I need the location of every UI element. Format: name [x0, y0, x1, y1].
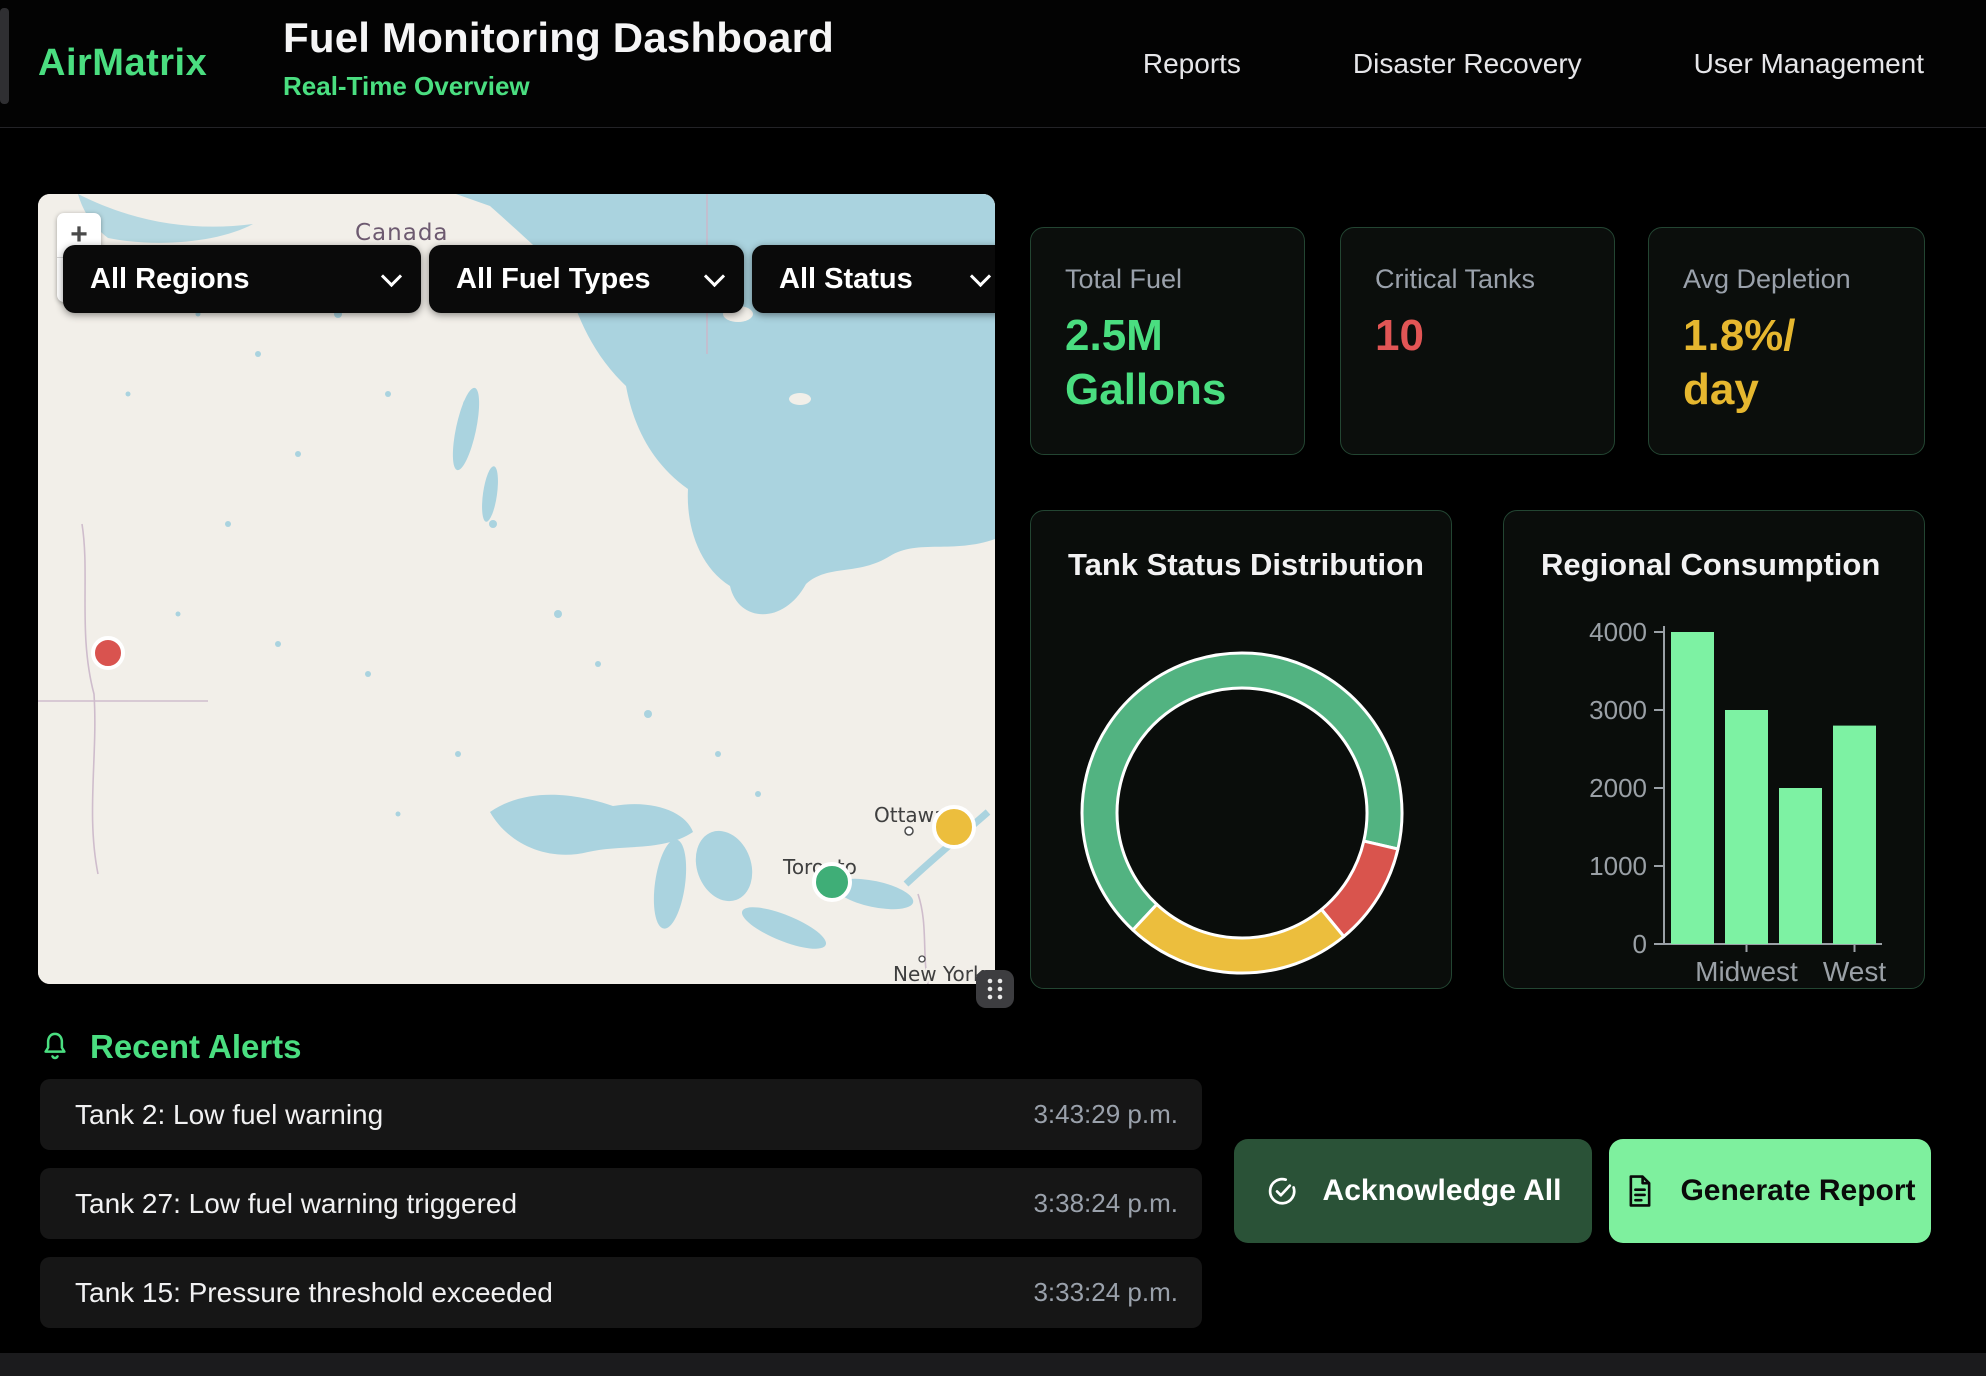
- bell-icon: [40, 1030, 70, 1064]
- nav-user-management[interactable]: User Management: [1694, 48, 1924, 80]
- alerts-header: Recent Alerts: [40, 1028, 302, 1066]
- title-block: Fuel Monitoring Dashboard Real-Time Over…: [283, 14, 834, 102]
- map-label-canada: Canada: [355, 220, 449, 246]
- bar: [1833, 726, 1876, 944]
- alerts-title: Recent Alerts: [90, 1028, 302, 1066]
- svg-text:Midwest: Midwest: [1695, 956, 1798, 987]
- check-circle-icon: [1265, 1174, 1299, 1208]
- fuel-type-filter-value: All Fuel Types: [456, 263, 650, 296]
- grip-dots-icon: [976, 970, 1014, 1008]
- stat-label: Critical Tanks: [1375, 264, 1584, 295]
- fuel-monitoring-dashboard: AirMatrix Fuel Monitoring Dashboard Real…: [0, 0, 1986, 1376]
- chart-title: Regional Consumption: [1541, 547, 1880, 583]
- stat-value: 10: [1375, 309, 1584, 363]
- bar: [1725, 710, 1768, 944]
- alert-time: 3:43:29 p.m.: [1033, 1099, 1178, 1130]
- alert-text: Tank 15: Pressure threshold exceeded: [75, 1277, 553, 1309]
- chevron-down-icon: [381, 266, 402, 287]
- stat-label: Avg Depletion: [1683, 264, 1894, 295]
- region-filter-value: All Regions: [90, 263, 250, 296]
- bar: [1779, 788, 1822, 944]
- svg-text:3000: 3000: [1589, 695, 1647, 725]
- bar: [1671, 632, 1714, 944]
- stat-value: 1.8%/ day: [1683, 309, 1894, 417]
- region-filter-select[interactable]: All Regions: [63, 245, 421, 313]
- nav-reports[interactable]: Reports: [1143, 48, 1241, 80]
- tank-status-chart-card: Tank Status Distribution: [1030, 510, 1452, 989]
- document-icon: [1624, 1174, 1656, 1208]
- tank-marker-normal[interactable]: [814, 864, 850, 900]
- scrollbar-thumb[interactable]: [0, 8, 9, 104]
- chart-title: Tank Status Distribution: [1068, 547, 1424, 583]
- app-logo: AirMatrix: [38, 0, 207, 127]
- main-nav: Reports Disaster Recovery User Managemen…: [1143, 0, 1924, 127]
- chevron-down-icon: [970, 266, 991, 287]
- status-filter-value: All Status: [779, 263, 913, 296]
- button-label: Generate Report: [1680, 1174, 1915, 1208]
- map-panel[interactable]: Canada Ottawa Toronto New York + − All R…: [38, 194, 995, 984]
- alert-text: Tank 2: Low fuel warning: [75, 1099, 383, 1131]
- horizontal-scrollbar-track[interactable]: [0, 1353, 1986, 1376]
- page-title: Fuel Monitoring Dashboard: [283, 14, 834, 62]
- alert-row[interactable]: Tank 27: Low fuel warning triggered 3:38…: [40, 1168, 1202, 1239]
- status-filter-select[interactable]: All Status: [752, 245, 995, 313]
- svg-text:West: West: [1823, 956, 1886, 987]
- page-subtitle: Real-Time Overview: [283, 71, 834, 102]
- doughnut-segment-warning: [1133, 904, 1344, 973]
- header: AirMatrix Fuel Monitoring Dashboard Real…: [0, 0, 1986, 128]
- map-filters: All Regions All Fuel Types All Status: [63, 245, 995, 313]
- fuel-type-filter-select[interactable]: All Fuel Types: [429, 245, 744, 313]
- alert-row[interactable]: Tank 2: Low fuel warning 3:43:29 p.m.: [40, 1079, 1202, 1150]
- svg-text:2000: 2000: [1589, 773, 1647, 803]
- acknowledge-all-button[interactable]: Acknowledge All: [1234, 1139, 1592, 1243]
- svg-text:0: 0: [1633, 929, 1647, 959]
- stat-card-critical-tanks: Critical Tanks 10: [1340, 227, 1615, 455]
- map-resize-grip[interactable]: [976, 970, 1014, 1013]
- chevron-down-icon: [704, 266, 725, 287]
- map-label-new-york: New York: [893, 962, 985, 984]
- svg-text:4000: 4000: [1589, 617, 1647, 647]
- alert-row[interactable]: Tank 15: Pressure threshold exceeded 3:3…: [40, 1257, 1202, 1328]
- regional-consumption-chart-card: 0 1000 2000 3000 4000 Midwest West Regional Co…: [1503, 510, 1925, 989]
- stat-label: Total Fuel: [1065, 264, 1274, 295]
- stat-card-total-fuel: Total Fuel 2.5M Gallons: [1030, 227, 1305, 455]
- tank-marker-critical[interactable]: [93, 638, 123, 668]
- stat-card-avg-depletion: Avg Depletion 1.8%/ day: [1648, 227, 1925, 455]
- button-label: Acknowledge All: [1323, 1174, 1562, 1208]
- generate-report-button[interactable]: Generate Report: [1609, 1139, 1931, 1243]
- svg-text:1000: 1000: [1589, 851, 1647, 881]
- stat-value: 2.5M Gallons: [1065, 309, 1274, 417]
- nav-disaster-recovery[interactable]: Disaster Recovery: [1353, 48, 1582, 80]
- alert-time: 3:38:24 p.m.: [1033, 1188, 1178, 1219]
- alert-time: 3:33:24 p.m.: [1033, 1277, 1178, 1308]
- tank-marker-warning[interactable]: [934, 807, 974, 847]
- alert-text: Tank 27: Low fuel warning triggered: [75, 1188, 517, 1220]
